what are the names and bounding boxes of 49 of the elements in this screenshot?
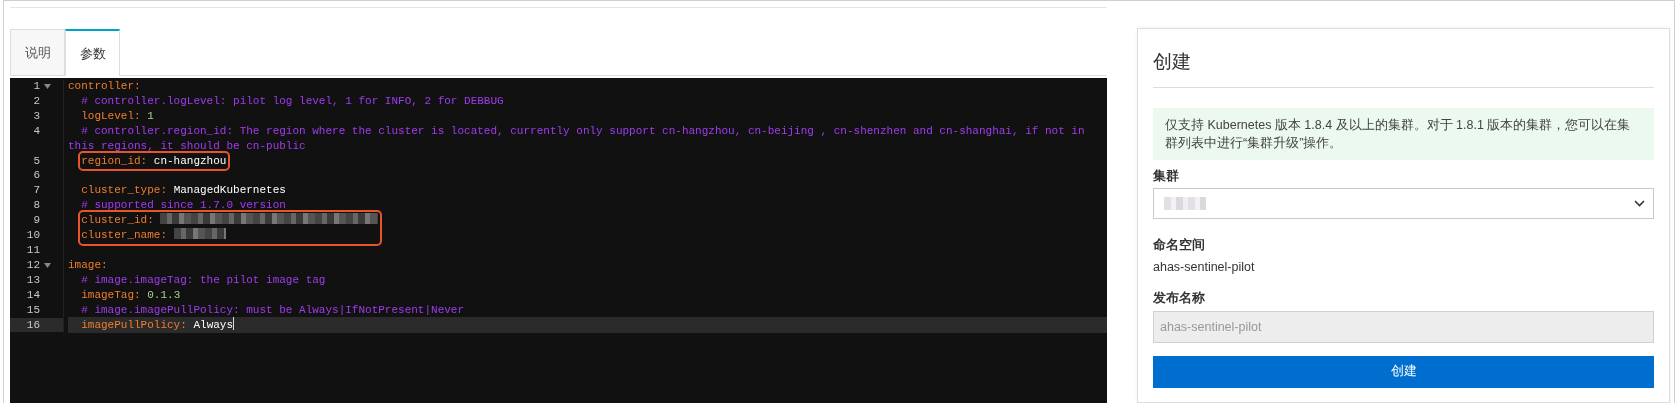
line-number: 3	[33, 108, 40, 124]
line-number: 16	[26, 317, 40, 333]
code-comment: # controller.region_id: The region where the cluster is located, currently only support cn-hangzhou, cn-beijing , cn-shenzhen and cn-shanghai, if not in this regions, it should be cn-public	[68, 124, 1086, 152]
code-comment: # image.imagePullPolicy: must be Always|IfNotPresent|Never	[80, 303, 465, 316]
code-text: region_id:	[81, 154, 148, 167]
code-text: cn-hangzhou	[152, 154, 227, 167]
namespace-value: ahas-sentinel-pilot	[1153, 259, 1256, 276]
fold-caret-icon[interactable]	[44, 262, 51, 268]
line-number: 1	[33, 79, 40, 94]
code-editor[interactable]	[10, 78, 1107, 403]
create-button[interactable]: 创建	[1153, 355, 1654, 388]
line-number: 4	[33, 123, 40, 139]
fold-caret-icon[interactable]	[44, 83, 51, 89]
code-text: 1	[146, 109, 154, 122]
code-text: 0.1.3	[146, 288, 181, 301]
line-number: 9	[33, 213, 40, 229]
field-label: 发布名称	[1153, 289, 1206, 307]
code-text: imagePullPolicy:	[80, 319, 187, 332]
code-text: ManagedKubernetes	[172, 184, 286, 197]
line-number: 15	[26, 302, 40, 318]
code-text: logLevel:	[80, 109, 141, 122]
line-number: 5	[33, 153, 40, 169]
line-number: 2	[33, 93, 40, 109]
code-text: Always	[192, 319, 234, 332]
line-number: 11	[26, 242, 40, 258]
tab[interactable]: 参数	[65, 29, 120, 76]
line-number: 6	[33, 168, 40, 184]
code-comment: # image.imageTag: the pilot image tag	[80, 273, 326, 286]
notice-message: 仅支持 Kubernetes 版本 1.8.4 及以上的集群。对于 1.8.1 版本的集群，您可以在集群列表中进行“集群升级”操作。	[1153, 107, 1654, 160]
code-comment: # controller.logLevel: pilot log level, 1 for INFO, 2 for DEBBUG	[80, 94, 504, 107]
code-text: cluster_id:	[81, 214, 154, 227]
code-text: cluster_type:	[80, 184, 168, 197]
line-number: 10	[26, 228, 40, 243]
chevron-down-icon	[1634, 200, 1645, 208]
panel-title: 创建	[1153, 29, 1654, 88]
code-text: cluster_name:	[81, 229, 167, 242]
line-number: 13	[26, 272, 40, 288]
code-text: controller:	[68, 80, 141, 92]
line-number: 12	[26, 257, 40, 273]
field-label: 命名空间	[1153, 237, 1206, 255]
field-label: 集群	[1153, 167, 1180, 185]
code-text: image:	[68, 258, 108, 271]
line-number: 14	[26, 287, 40, 303]
code-comment: # supported since 1.7.0 version	[80, 199, 286, 212]
text-cursor	[233, 317, 235, 331]
tab[interactable]: 说明	[10, 29, 65, 75]
line-number: 7	[33, 183, 40, 199]
code-text: imageTag:	[80, 288, 141, 301]
line-number: 8	[33, 198, 40, 214]
